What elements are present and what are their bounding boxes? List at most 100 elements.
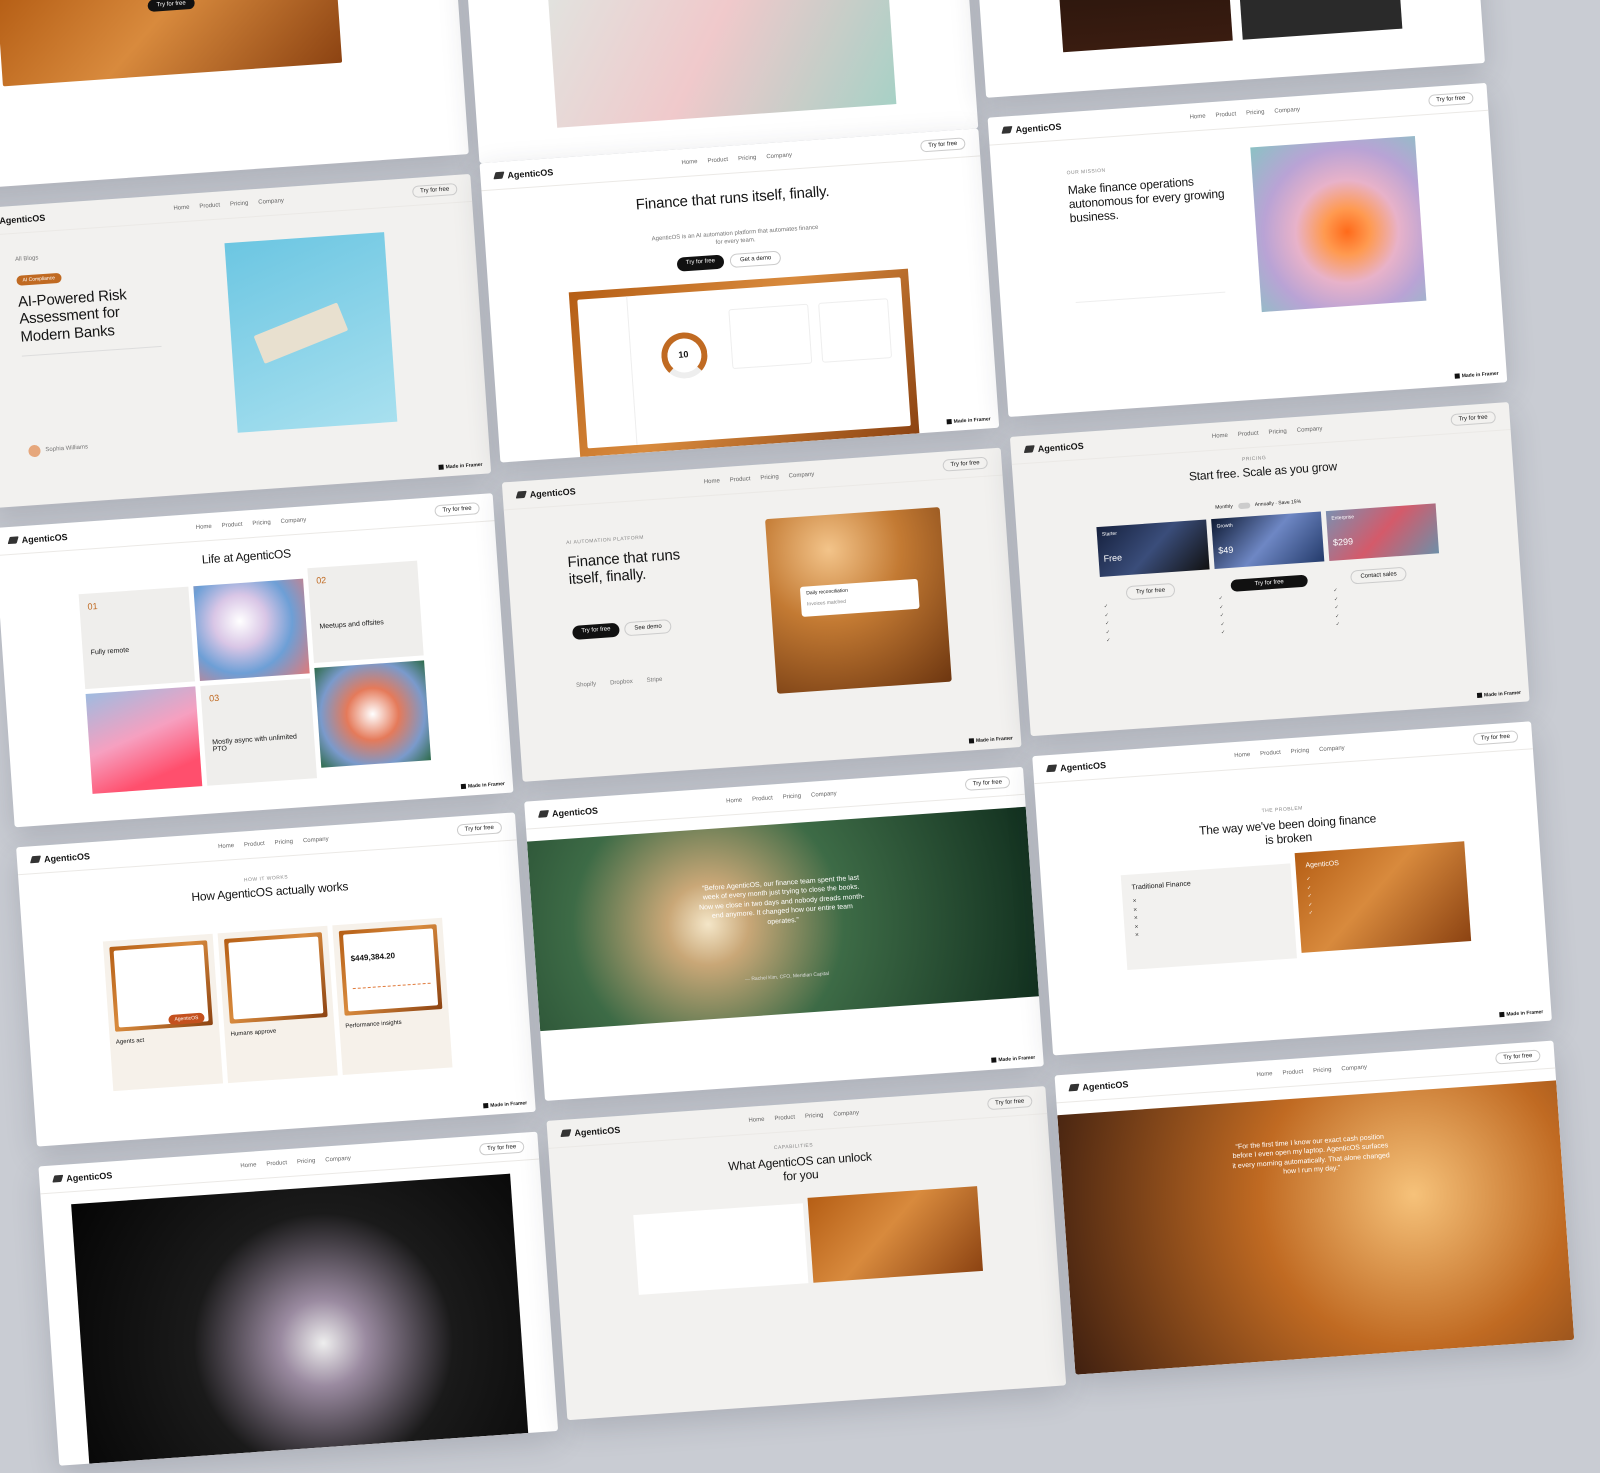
nav-home[interactable]: Home — [196, 523, 212, 530]
nav-home[interactable]: Home — [240, 1162, 256, 1169]
logo[interactable]: AgenticOS — [538, 805, 598, 819]
nav-home[interactable]: Home — [1256, 1071, 1272, 1078]
nav-company[interactable]: Company — [1341, 1064, 1367, 1072]
nav-home[interactable]: Home — [1234, 751, 1250, 758]
nav-product[interactable]: Product — [199, 202, 220, 209]
nav-home[interactable]: Home — [748, 1116, 764, 1123]
nav-company[interactable]: Company — [1274, 106, 1300, 114]
nav-try-button[interactable]: Try for free — [1472, 729, 1519, 745]
nav-pricing[interactable]: Pricing — [805, 1112, 824, 1119]
nav-product[interactable]: Product — [774, 1114, 795, 1121]
unlock-title: What AgenticOS can unlock for you — [727, 1149, 873, 1184]
split-demo-button[interactable]: See demo — [624, 619, 673, 637]
hero-buttons: Try for free Get a demo — [676, 250, 782, 272]
nav-pricing[interactable]: Pricing — [1291, 747, 1310, 754]
nav-pricing[interactable]: Pricing — [760, 474, 779, 481]
made-in-framer[interactable]: Made in Framer — [1499, 1009, 1543, 1018]
nav-company[interactable]: Company — [1319, 745, 1345, 753]
split-try-button[interactable]: Try for free — [572, 622, 620, 640]
nav-product[interactable]: Product — [1215, 111, 1236, 118]
billing-toggle[interactable]: Monthly Annually · Save 15% — [1215, 499, 1301, 511]
nav-company[interactable]: Company — [788, 471, 814, 479]
nav-pricing[interactable]: Pricing — [738, 154, 757, 161]
logo[interactable]: AgenticOS — [7, 531, 68, 545]
toggle-switch[interactable] — [1237, 502, 1250, 510]
made-in-framer[interactable]: Made in Framer — [947, 416, 991, 425]
nav-company[interactable]: Company — [1297, 426, 1323, 434]
nav-pricing[interactable]: Pricing — [1313, 1067, 1332, 1074]
card-bottom-left: AgenticOS Home Product Pricing Company T… — [38, 1131, 559, 1466]
nav-home[interactable]: Home — [704, 478, 720, 485]
nav-product[interactable]: Product — [707, 156, 728, 163]
logo[interactable]: AgenticOS — [1046, 760, 1106, 774]
nav-try-button[interactable]: Try for free — [411, 182, 458, 198]
nav-try-button[interactable]: Try for free — [1494, 1048, 1541, 1065]
nav-product[interactable]: Product — [730, 476, 751, 483]
nav-home[interactable]: Home — [726, 797, 742, 804]
nav-company[interactable]: Company — [833, 1110, 859, 1118]
nav-pricing[interactable]: Pricing — [297, 1158, 316, 1165]
made-in-framer[interactable]: Made in Framer — [1477, 690, 1521, 699]
nav-company[interactable]: Company — [303, 836, 329, 844]
nav-product[interactable]: Product — [244, 840, 265, 847]
flower-background: “Before AgenticOS, our finance team spen… — [526, 806, 1039, 1032]
nav-try-button[interactable]: Try for free — [456, 820, 503, 836]
nav-home[interactable]: Home — [173, 204, 189, 211]
logo[interactable]: AgenticOS — [1068, 1079, 1129, 1093]
nav-product[interactable]: Product — [222, 521, 243, 528]
made-in-framer[interactable]: Made in Framer — [969, 735, 1013, 744]
hero-try-button[interactable]: Try for free — [676, 254, 725, 272]
made-in-framer[interactable]: Made in Framer — [991, 1055, 1035, 1064]
nav-home[interactable]: Home — [1212, 432, 1228, 439]
nav-menu: Home Product Pricing Company — [90, 827, 457, 859]
made-in-framer[interactable]: Made in Framer — [438, 462, 482, 471]
dashboard-widget — [728, 303, 813, 370]
nav-company[interactable]: Company — [280, 517, 306, 525]
nav-pricing[interactable]: Pricing — [1246, 109, 1265, 116]
plan-starter: Starter Free — [1096, 519, 1210, 578]
nav-try-button[interactable]: Try for free — [964, 775, 1011, 791]
nav-product[interactable]: Product — [752, 795, 773, 802]
made-in-framer[interactable]: Made in Framer — [1455, 371, 1499, 380]
nav-pricing[interactable]: Pricing — [252, 519, 271, 526]
logo[interactable]: AgenticOS — [493, 167, 554, 181]
nav-pricing[interactable]: Pricing — [274, 838, 293, 845]
nav-company[interactable]: Company — [325, 1155, 351, 1163]
nav-company[interactable]: Company — [811, 790, 837, 798]
pricing-title: Start free. Scale as you grow — [1188, 459, 1338, 484]
logo[interactable]: AgenticOS — [515, 486, 576, 500]
nav-try-button[interactable]: Try for free — [434, 501, 480, 517]
nav-product[interactable]: Product — [1260, 749, 1281, 756]
screens-collage: Try for free AgenticOS Home Product Pric… — [0, 0, 1600, 1466]
made-in-framer[interactable]: Made in Framer — [461, 781, 505, 790]
nav-home[interactable]: Home — [218, 843, 234, 850]
nav-home[interactable]: Home — [681, 159, 697, 166]
nav-company[interactable]: Company — [258, 198, 284, 206]
logo[interactable]: AgenticOS — [1001, 121, 1062, 135]
nav-pricing[interactable]: Pricing — [1268, 428, 1287, 435]
back-link[interactable]: All Blogs — [15, 254, 39, 264]
hero-demo-button[interactable]: Get a demo — [729, 250, 782, 269]
nav-home[interactable]: Home — [1189, 113, 1205, 120]
card-top-left: Try for free — [0, 0, 469, 189]
nav-try-button[interactable]: Try for free — [919, 136, 966, 152]
nav-product[interactable]: Product — [266, 1160, 287, 1167]
card-pricing: AgenticOS Home Product Pricing Company T… — [1009, 402, 1530, 737]
nav-company[interactable]: Company — [766, 152, 792, 160]
logo[interactable]: AgenticOS — [1023, 440, 1084, 454]
nav-pricing[interactable]: Pricing — [230, 200, 249, 207]
made-in-framer[interactable]: Made in Framer — [483, 1100, 527, 1109]
logo[interactable]: AgenticOS — [0, 212, 46, 226]
nav-try-button[interactable]: Try for free — [478, 1140, 525, 1156]
nav-try-button[interactable]: Try for free — [986, 1094, 1033, 1110]
nav-product[interactable]: Product — [1282, 1069, 1303, 1076]
logo[interactable]: AgenticOS — [560, 1124, 621, 1138]
nav-product[interactable]: Product — [1238, 430, 1259, 437]
logo[interactable]: AgenticOS — [29, 851, 91, 865]
nav-try-button[interactable]: Try for free — [1450, 410, 1497, 426]
nav-pricing[interactable]: Pricing — [783, 793, 802, 800]
logo[interactable]: AgenticOS — [52, 1170, 113, 1184]
mission-eyebrow: Our mission — [1066, 167, 1106, 177]
nav-try-button[interactable]: Try for free — [1427, 91, 1474, 107]
nav-try-button[interactable]: Try for free — [942, 456, 989, 472]
